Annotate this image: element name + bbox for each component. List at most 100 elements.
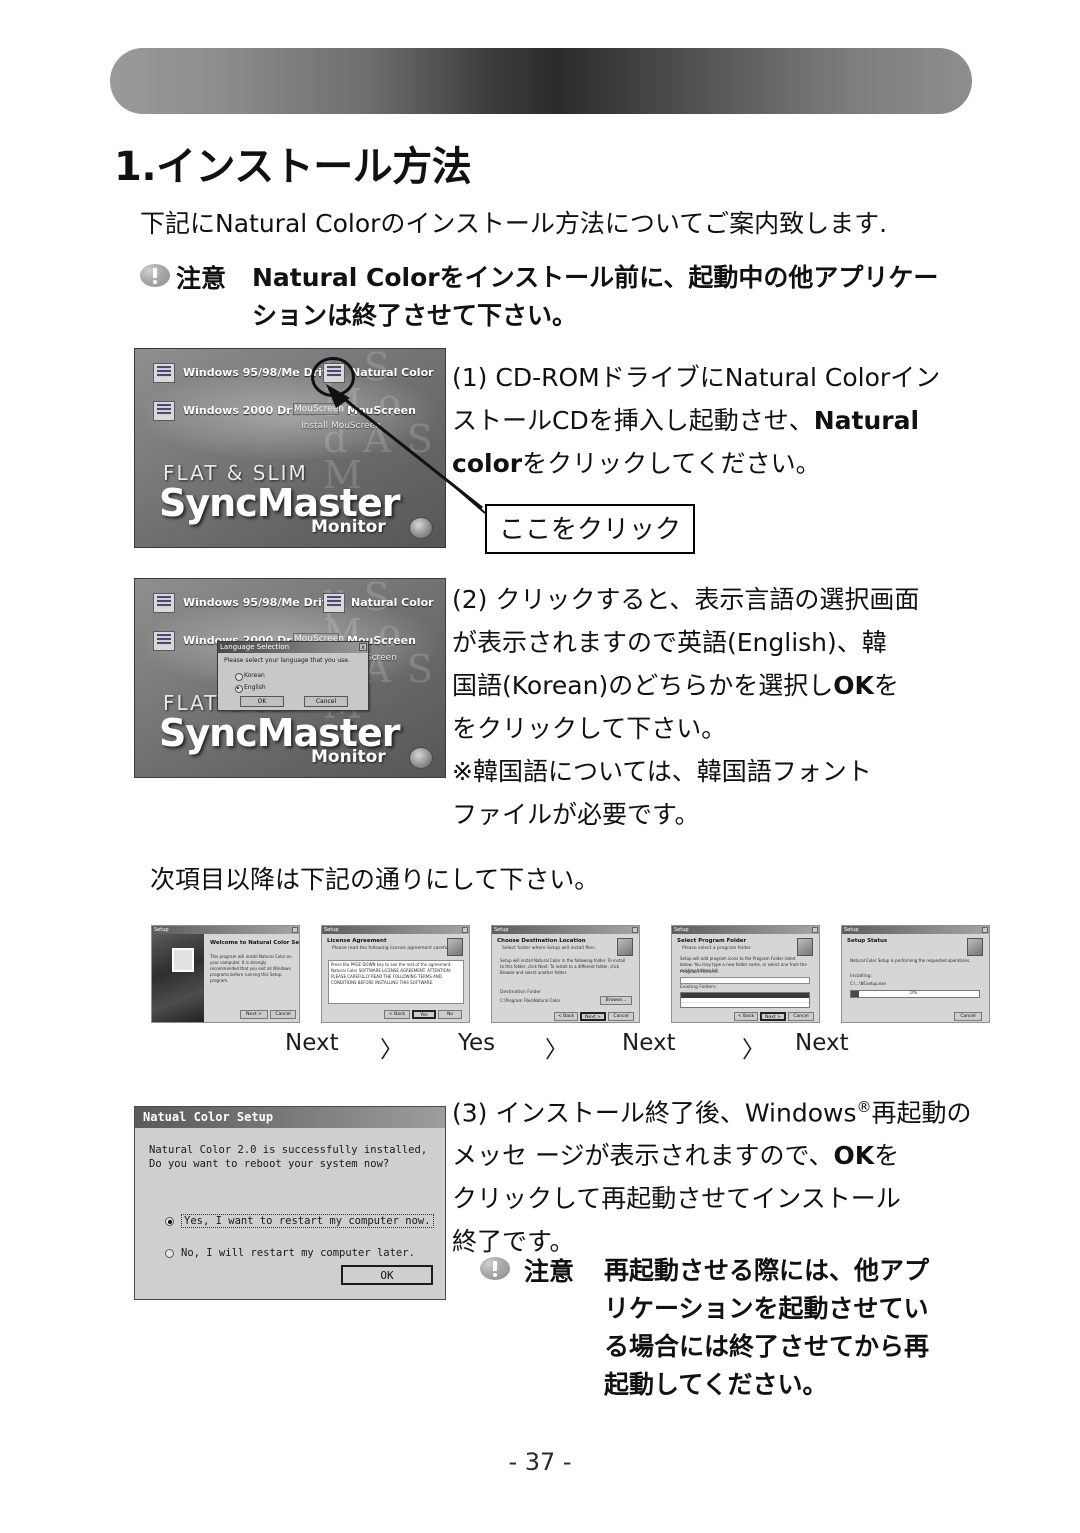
radio-label: No, I will restart my computer later. [181,1247,415,1259]
page-number: - 37 - [508,1448,572,1476]
thumb-window-title: Setup [324,927,339,933]
thumb-titlebar: Setup [842,926,989,934]
dialog-message: Please select your language that you use… [224,657,350,664]
cancel-button[interactable]: Cancel [304,696,348,707]
splash-item-label: Natural Color [351,596,434,609]
thumb-subheading: Please read the following license agreem… [332,946,454,951]
thumb-body-text: Setup will install Natural Color in the … [500,958,626,975]
cancel-button: Cancel [954,1012,982,1021]
brand-monitor: Monitor [311,517,386,537]
product-icon [967,938,983,956]
thumb-heading: Choose Destination Location [497,938,586,944]
driver-icon [153,593,175,613]
thumb-subheading: Select folder where Setup will install f… [502,946,596,951]
thumb-body: Welcome to Natural Color Setup This prog… [152,934,300,1022]
samsung-badge-icon [409,517,433,539]
step-line: メッセ ージが表示されますので、 [452,1141,834,1171]
thumb-heading: Select Program Folder [677,938,747,944]
step-line: インストール終了後、Windows [495,1098,857,1128]
step-line: CD-ROMドライブにNatural Colorイン [495,363,941,392]
click-here-callout: ここをクリック [485,504,696,554]
thumb-window-title: Setup [844,927,859,933]
thumb-body-text: Natural Color Setup is performing the re… [850,958,971,963]
radio-korean[interactable]: Korean [235,672,265,681]
samsung-badge-icon [409,747,433,769]
thumb-window-title: Setup [494,927,509,933]
product-icon [617,938,633,956]
thumb-step-label-4: Next [795,1030,849,1056]
step-line: をクリックしてください。 [522,449,821,478]
thumb-titlebar: Setup [672,926,819,934]
program-folders-label: Program Folders: [680,970,719,975]
dialog-title: Language Selection [220,643,290,651]
product-icon [447,938,463,956]
installing-value: C:\...\NCsetup.exe [850,981,886,986]
step-3-text: (3) インストール終了後、Windows®再起動の メッセ ージが表示されます… [452,1086,992,1263]
cancel-button: Cancel [270,1010,296,1019]
program-folder-input [680,977,810,984]
ok-button: OK [341,1265,433,1285]
close-icon [292,927,298,933]
cancel-button: Cancel [608,1012,634,1021]
driver-icon [153,363,175,383]
product-icon [797,938,813,956]
step-line: 再起動の [871,1098,972,1128]
no-button: No [438,1010,462,1019]
cancel-button: Cancel [788,1012,814,1021]
dialog-title: Natual Color Setup [135,1107,445,1128]
registered-mark: ® [856,1098,872,1116]
thumb-window-title: Setup [674,927,689,933]
close-icon [632,927,638,933]
page-title: 1.インストール方法 [114,144,472,190]
warning-label: 注意 [176,264,227,293]
next-steps-sentence: 次項目以降は下記の通りにして下さい。 [150,865,600,894]
step-bold-ok: OK [833,1141,875,1171]
close-icon [982,927,988,933]
warning-line: 再起動させる際には、他アプ [604,1256,930,1285]
warning-line: リケーションを起動させてい [604,1294,929,1323]
driver-icon [153,631,175,651]
splash-item-label: Natural Color [351,366,434,379]
thumb-titlebar: Setup [322,926,469,934]
back-button: < Back [554,1012,578,1021]
language-selection-dialog: Language Selection x Please select your … [217,641,369,711]
browse-button: Browse... [600,996,632,1005]
thumb-step-arrow: 〉 [742,1037,765,1063]
step-1-text: (1) CD-ROMドライブにNatural Colorイン ストールCDを挿入… [452,356,992,485]
step-bold-color: color [452,449,523,478]
yes-button: Yes [412,1010,436,1019]
step-marker: (2) [452,585,488,614]
radio-label: Yes, I want to restart my computer now. [181,1214,434,1228]
existing-folders-label: Existing Folders: [680,985,718,990]
back-button: < Back [384,1010,410,1019]
cd-autorun-screenshot-2: μ S M o d A S M Windows 95/98/Me Driver … [134,578,446,778]
driver-icon [153,401,175,421]
next-button: Next > [760,1012,786,1021]
step-2-text: (2) クリックすると、表示言語の選択画面 が表示されますので英語(Englis… [452,578,992,836]
installing-label: Installing: [850,974,873,979]
warning-line: 起動してください。 [604,1370,828,1399]
step-marker: (1) [452,363,488,392]
step-line: を [874,1141,900,1171]
step-line: クリックして再起動させてインストール [452,1184,901,1214]
step-line: ストールCDを挿入し起動させ、 [452,406,814,435]
warning-text: Natural Colorをインストール前に、起動中の他アプリケー ションは終了… [252,259,938,335]
existing-folders-list [680,992,810,1008]
natural-color-setup-dialog: Natual Color Setup Natural Color 2.0 is … [134,1106,446,1300]
radio-english[interactable]: English [235,684,266,693]
radio-icon [165,1249,174,1258]
thumbnail-setup-status: Setup Setup Status Natural Color Setup i… [841,925,990,1023]
warning-icon [480,1257,510,1280]
step-line: ファイルが必要です。 [452,800,700,829]
step-line: 国語(Korean)のどちらかを選択し [452,671,834,700]
close-icon[interactable]: x [359,643,367,651]
thumb-body-text: This program will install Natural Color … [210,954,292,983]
thumb-heading: Welcome to Natural Color Setup [210,940,300,946]
thumb-titlebar: Setup [492,926,639,934]
ok-button[interactable]: OK [240,696,284,707]
warning-text: 再起動させる際には、他アプ リケーションを起動させてい る場合には終了させてから… [604,1252,929,1404]
radio-restart-later: No, I will restart my computer later. [165,1247,415,1259]
page-lead-text: 下記にNatural Colorのインストール方法についてご案内致します. [140,209,888,238]
next-button: Next > [580,1012,606,1021]
thumb-step-label-3: Next [622,1030,676,1056]
